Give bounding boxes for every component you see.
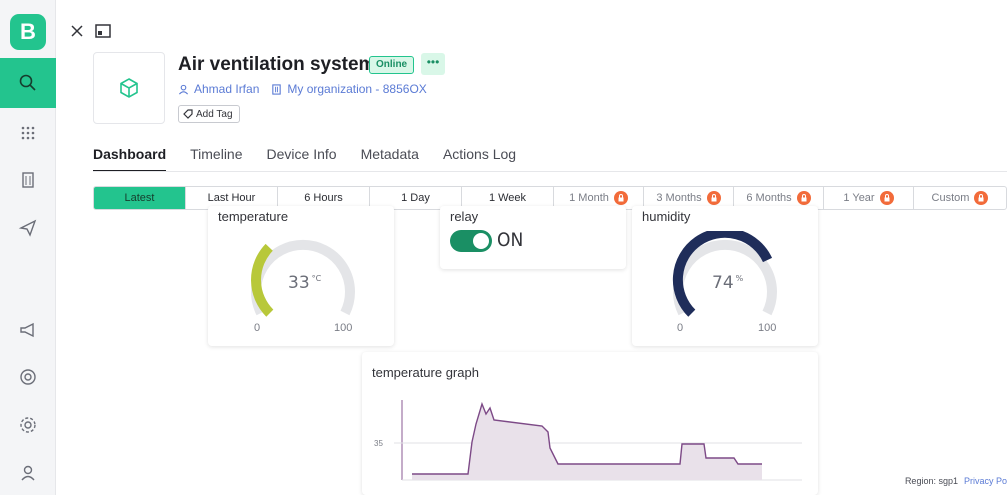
device-tabs: Dashboard Timeline Device Info Metadata … [93,146,516,172]
switch-knob [473,233,489,249]
user-icon [21,465,35,481]
profile-nav-button[interactable] [0,448,56,495]
organizations-nav-button[interactable] [0,155,56,205]
user-icon [178,84,189,94]
gauge-min: 0 [677,322,684,334]
lock-icon [796,191,811,205]
window-controls [68,22,112,40]
side-rail: B [0,0,56,495]
megaphone-icon [20,322,34,338]
lock-icon [613,191,628,205]
relay-widget: relay ON [440,206,626,269]
range-label: Custom [931,192,970,204]
tab-dashboard[interactable]: Dashboard [93,146,167,172]
gauge-value: 33 °C [288,273,321,293]
tabs-divider [93,171,1007,172]
search-nav-button[interactable] [0,58,56,108]
tab-timeline[interactable]: Timeline [190,146,242,172]
blynk-logo[interactable]: B [10,14,46,50]
organization-link[interactable]: My organization - 8856OX [271,82,427,96]
gauge-max: 100 [758,322,777,334]
widget-title: humidity [642,209,691,224]
cube-icon [120,78,138,98]
announcements-nav-button[interactable] [0,305,56,355]
building-icon [22,172,34,188]
gauge-unit: °C [311,274,322,284]
footer: Region: sgp1 Privacy Po [905,476,1007,486]
status-badge: Online [369,56,415,74]
range-label: Latest [124,192,155,204]
gauge-max: 100 [334,322,353,334]
close-icon[interactable] [68,22,86,40]
tab-metadata[interactable]: Metadata [361,146,419,172]
lock-icon [974,191,989,205]
gauge-unit: % [735,274,744,284]
devices-nav-button[interactable] [0,108,56,158]
range-label: Last Hour [207,192,256,204]
temperature-widget[interactable]: temperature 33 °C 0 100 [208,206,394,346]
range-1-year[interactable]: 1 Year [824,187,914,209]
tag-icon [183,109,193,119]
tab-device-info[interactable]: Device Info [267,146,337,172]
range-label: 6 Hours [304,192,343,204]
send-nav-button[interactable] [0,203,56,253]
widget-title: relay [450,209,479,224]
lock-icon [706,191,721,205]
search-icon [19,74,36,91]
gauge-min: 0 [254,322,261,334]
organization-name: My organization - 8856OX [287,82,427,96]
more-options-button[interactable]: ••• [421,53,445,75]
device-image [93,52,165,124]
gauge-number: 74 [712,273,734,293]
range-label: 1 Month [569,192,609,204]
device-meta: Ahmad Irfan My organization - 8856OX [178,82,427,96]
y-tick-label: 35 [374,439,383,448]
paper-plane-icon [18,219,37,237]
region-label: Region: sgp1 [904,476,958,486]
temperature-area [412,404,762,480]
range-custom[interactable]: Custom [914,187,1006,209]
humidity-widget[interactable]: humidity 74% 0 100 [632,206,818,346]
building-icon [272,83,282,95]
relay-state: ON [497,229,524,251]
expand-window-icon[interactable] [94,22,112,40]
widget-title: temperature [218,209,289,224]
temperature-graph: 35 [374,400,802,481]
grid-icon [21,126,35,140]
lifebuoy-icon [20,369,36,385]
range-latest[interactable]: Latest [94,187,186,209]
range-label: 6 Months [746,192,792,204]
relay-switch[interactable] [450,230,492,252]
temperature-graph-widget[interactable]: temperature graph 35 [362,352,818,495]
settings-nav-button[interactable] [0,400,56,450]
gauge-value: 74% [712,273,743,293]
privacy-policy-link[interactable]: Privacy Po [964,476,1007,486]
owner-name: Ahmad Irfan [194,82,260,96]
add-tag-button[interactable]: Add Tag [178,105,240,123]
range-label: 1 Week [488,192,527,204]
add-tag-label: Add Tag [196,108,233,120]
gear-icon [20,417,36,433]
tab-actions-log[interactable]: Actions Log [443,146,516,172]
range-label: 1 Day [401,192,430,204]
device-title: Air ventilation system [178,54,376,75]
range-label: 1 Year [843,192,875,204]
range-label: 3 Months [656,192,702,204]
help-nav-button[interactable] [0,352,56,402]
lock-icon [879,191,894,205]
owner-link[interactable]: Ahmad Irfan [178,82,259,96]
gauge-number: 33 [288,273,310,293]
